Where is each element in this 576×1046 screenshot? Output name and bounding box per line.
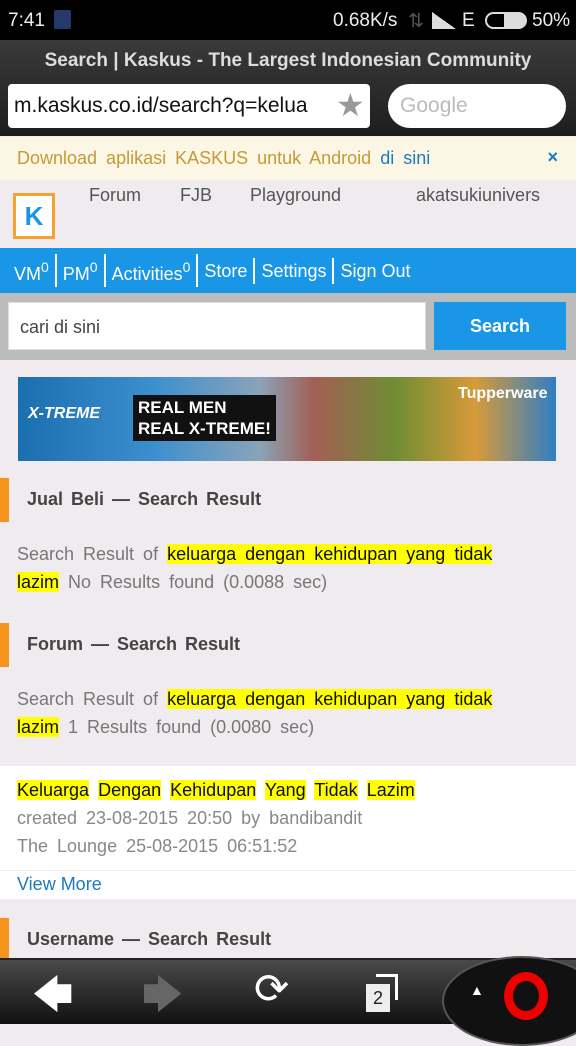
section-header-jual-beli: Jual Beli — Search Result: [0, 478, 576, 522]
bookmark-star-icon[interactable]: ★: [336, 86, 365, 124]
signout-link[interactable]: Sign Out: [334, 258, 416, 284]
result-created: created 23-08-2015 20:50 by bandibandit: [17, 808, 363, 828]
menu-up-icon[interactable]: ▲: [470, 982, 484, 998]
clock: 7:41: [8, 10, 45, 31]
ad-headline-1: REAL MEN: [138, 398, 227, 417]
ad-banner[interactable]: X-TREME REAL MEN REAL X-TREME! Tupperwar…: [18, 377, 556, 461]
pm-link[interactable]: PM0: [57, 254, 106, 287]
jual-beli-summary: Search Result of keluarga dengan kehidup…: [17, 544, 493, 592]
promo-link[interactable]: di sini: [380, 148, 430, 168]
network-type: E: [462, 10, 475, 31]
nav-fjb[interactable]: FJB: [180, 185, 212, 206]
page-title: Search | Kaskus - The Largest Indonesian…: [44, 50, 532, 71]
battery-icon: [485, 12, 527, 29]
store-link[interactable]: Store: [198, 257, 256, 284]
forum-summary: Search Result of keluarga dengan kehidup…: [17, 689, 493, 737]
url-field[interactable]: m.kaskus.co.id/search?q=kelua: [8, 84, 370, 128]
search-button[interactable]: Search: [434, 302, 566, 350]
nav-forum[interactable]: Forum: [89, 185, 141, 206]
google-search-field[interactable]: Google: [388, 84, 566, 128]
kaskus-logo[interactable]: K: [13, 193, 55, 239]
app-promo-banner: Download aplikasi KASKUS untuk Android d…: [0, 137, 576, 180]
status-bar: 7:41 0.68K/s ⇅ E 50%: [0, 0, 576, 40]
data-arrows-icon: ⇅: [408, 11, 424, 32]
url-text: m.kaskus.co.id/search?q=kelua: [14, 94, 308, 117]
top-nav: K Forum FJB Playground akatsukiunivers: [0, 180, 576, 248]
nav-username[interactable]: akatsukiunivers: [416, 185, 540, 206]
opera-menu-icon[interactable]: [504, 972, 548, 1020]
bbm-icon: [54, 10, 71, 29]
tabs-button[interactable]: 2: [366, 974, 400, 1012]
activities-link[interactable]: Activities0: [106, 254, 199, 287]
result-title[interactable]: Keluarga Dengan Kehidupan Yang Tidak Laz…: [17, 776, 559, 804]
search-result-item[interactable]: Keluarga Dengan Kehidupan Yang Tidak Laz…: [0, 766, 576, 870]
signal-icon: [432, 12, 456, 29]
ad-logo-text: X-TREME: [28, 405, 100, 422]
search-input[interactable]: cari di sini: [8, 302, 426, 350]
browser-bottom-bar: 🡄 🡆 ⟳ 2 ▲: [0, 956, 576, 1046]
reload-icon[interactable]: ⟳: [254, 964, 289, 1013]
section-header-forum: Forum — Search Result: [0, 623, 576, 667]
ad-brand: Tupperware: [458, 385, 548, 402]
view-more-link[interactable]: View More: [0, 871, 576, 899]
result-forum: The Lounge 25-08-2015 06:51:52: [17, 836, 298, 856]
nav-playground[interactable]: Playground: [250, 185, 341, 206]
user-menu-bar: VM0 PM0 Activities0 Store Settings Sign …: [0, 248, 576, 293]
vm-link[interactable]: VM0: [8, 254, 57, 287]
battery-level: 50%: [532, 10, 571, 31]
close-promo-button[interactable]: ×: [547, 147, 558, 168]
network-speed: 0.68K/s: [333, 10, 398, 31]
section-header-username: Username — Search Result: [0, 918, 576, 962]
promo-text: Download aplikasi KASKUS untuk Android: [17, 148, 372, 168]
ad-headline-2: REAL X-TREME!: [138, 419, 271, 438]
settings-link[interactable]: Settings: [255, 257, 335, 284]
tab-count: 2: [366, 984, 390, 1012]
